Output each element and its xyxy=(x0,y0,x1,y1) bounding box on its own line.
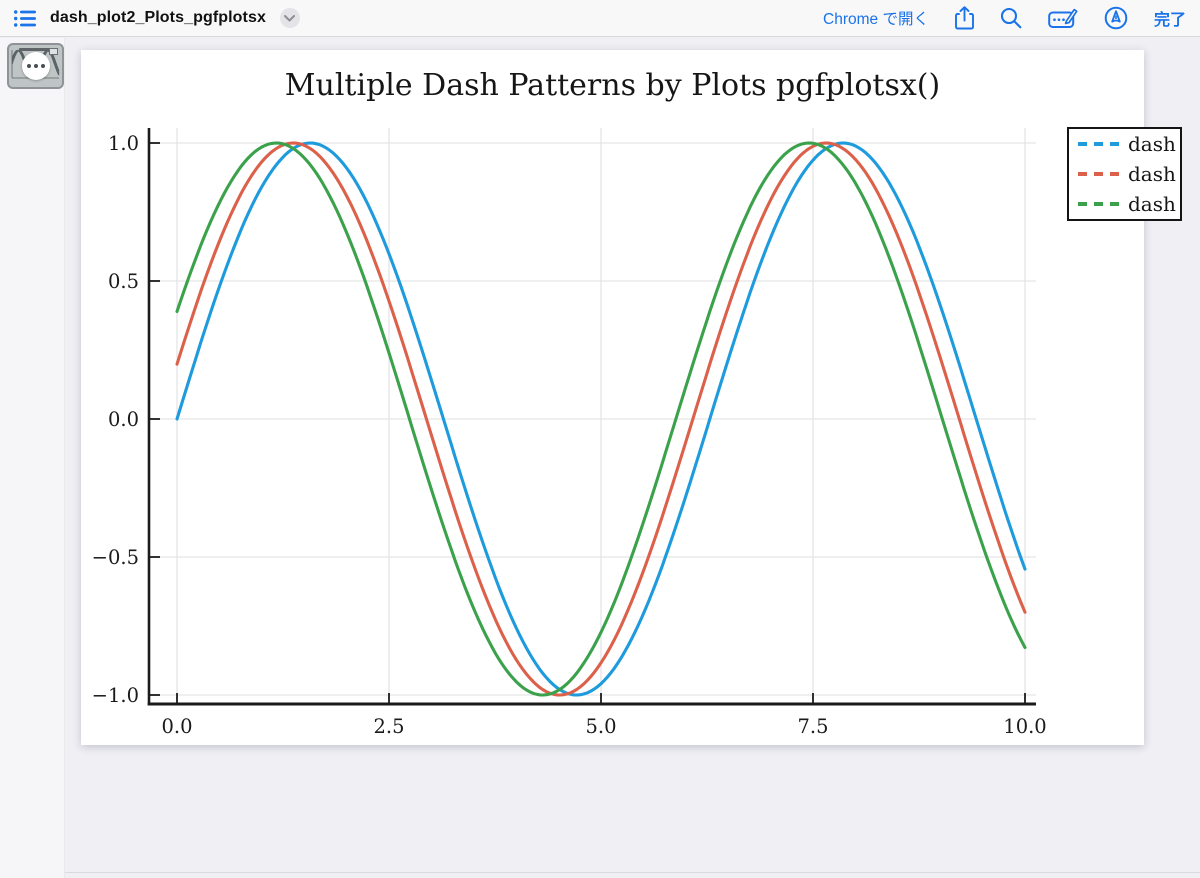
legend-label: dash xyxy=(1128,162,1176,186)
screen-bottom-divider xyxy=(0,872,1200,873)
markup-pen-box-icon[interactable] xyxy=(1048,7,1078,29)
ytick-label: 0.5 xyxy=(108,270,139,293)
list-bullet-menu-icon[interactable] xyxy=(14,10,36,27)
ytick-label: −1.0 xyxy=(92,684,139,707)
dashed-line-swatch xyxy=(1078,202,1119,206)
title-menu-button[interactable] xyxy=(280,8,300,28)
xtick-label: 7.5 xyxy=(797,715,828,738)
document-page: 1.0 0.5 0.0 −0.5 −1.0 0.0 2.5 5.0 7.5 10… xyxy=(81,50,1144,745)
xtick-label: 2.5 xyxy=(373,715,404,738)
axes xyxy=(148,128,1036,706)
plot-svg: 1.0 0.5 0.0 −0.5 −1.0 0.0 2.5 5.0 7.5 10… xyxy=(81,50,1144,745)
tick-labels: 1.0 0.5 0.0 −0.5 −1.0 0.0 2.5 5.0 7.5 10… xyxy=(92,132,1047,738)
chart-title: Multiple Dash Patterns by Plots pgfplots… xyxy=(81,68,1144,103)
dashed-line-swatch xyxy=(1078,172,1119,176)
open-in-chrome-button[interactable]: Chrome で開く xyxy=(823,7,929,29)
xtick-label: 10.0 xyxy=(1003,715,1046,738)
legend-entry: dash xyxy=(1078,192,1171,216)
dashed-line-swatch xyxy=(1078,142,1119,146)
ellipsis-badge-icon[interactable] xyxy=(22,52,50,80)
thumbnail-title-line xyxy=(19,48,53,51)
ytick-label: 1.0 xyxy=(108,132,139,155)
ytick-label: 0.0 xyxy=(108,408,139,431)
top-toolbar: dash_plot2_Plots_pgfplotsx Chrome で開く xyxy=(0,0,1200,37)
thumbnail-sidebar xyxy=(0,38,65,878)
thumbnail-legend-box xyxy=(49,48,58,55)
document-title: dash_plot2_Plots_pgfplotsx xyxy=(50,9,266,27)
pencil-circle-icon[interactable] xyxy=(1104,6,1128,30)
legend-label: dash xyxy=(1128,192,1176,216)
xtick-label: 5.0 xyxy=(585,715,616,738)
done-button[interactable]: 完了 xyxy=(1154,6,1186,30)
search-icon[interactable] xyxy=(1000,7,1022,29)
chart-legend: dash dash dash xyxy=(1067,127,1182,221)
share-icon[interactable] xyxy=(955,6,974,30)
xtick-label: 0.0 xyxy=(161,715,192,738)
legend-entry: dash xyxy=(1078,132,1171,156)
grid-lines xyxy=(149,128,1036,704)
legend-entry: dash xyxy=(1078,162,1171,186)
chevron-down-icon xyxy=(284,15,295,22)
page-thumbnail[interactable] xyxy=(7,43,64,89)
ytick-label: −0.5 xyxy=(92,546,139,569)
legend-label: dash xyxy=(1128,132,1176,156)
